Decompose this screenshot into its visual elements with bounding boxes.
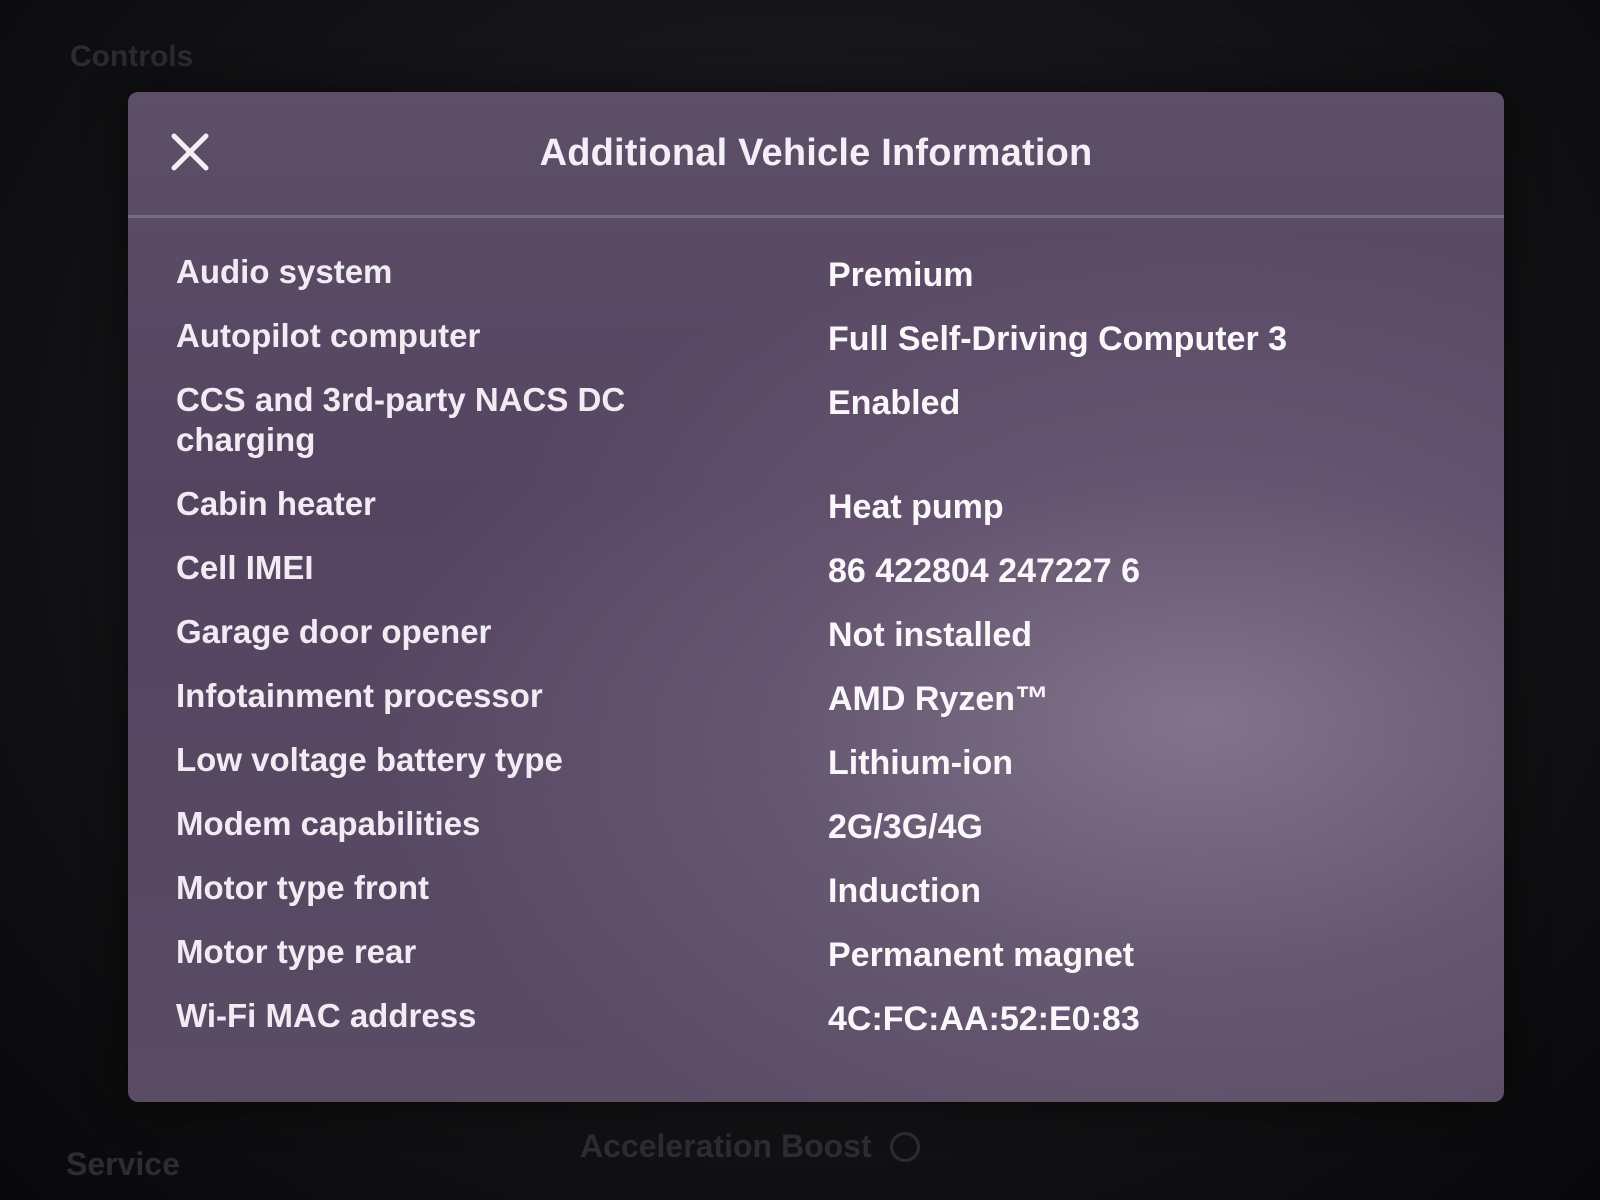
- info-row-garage-door-opener: Garage door opener Not installed: [176, 612, 1476, 676]
- info-row-motor-type-rear: Motor type rear Permanent magnet: [176, 932, 1476, 996]
- info-value: 2G/3G/4G: [828, 808, 983, 846]
- modal-title: Additional Vehicle Information: [539, 132, 1093, 174]
- info-row-cell-imei: Cell IMEI 86 422804 247227 6: [176, 548, 1476, 612]
- info-value: Induction: [828, 872, 981, 910]
- info-value: Heat pump: [828, 488, 1004, 526]
- info-row-low-voltage-battery: Low voltage battery type Lithium-ion: [176, 740, 1476, 804]
- info-label: Modem capabilities: [176, 805, 481, 842]
- bg-acceleration-boost-label: Acceleration Boost: [580, 1128, 872, 1164]
- info-value: Not installed: [828, 616, 1033, 654]
- info-value: Enabled: [828, 384, 961, 422]
- info-label: CCS and 3rd-party NACS DC charging: [176, 381, 626, 458]
- info-row-wifi-mac: Wi-Fi MAC address 4C:FC:AA:52:E0:83: [176, 996, 1476, 1060]
- info-label: Autopilot computer: [176, 317, 481, 354]
- vehicle-info-modal: Additional Vehicle Information Audio sys…: [128, 92, 1504, 1102]
- info-list: Audio system Premium Autopilot computer …: [176, 252, 1476, 1060]
- info-label: Low voltage battery type: [176, 741, 563, 778]
- info-value: Lithium-ion: [828, 744, 1014, 782]
- info-row-infotainment-processor: Infotainment processor AMD Ryzen™: [176, 676, 1476, 740]
- info-icon: [889, 1131, 920, 1162]
- info-row-audio-system: Audio system Premium: [176, 252, 1476, 316]
- info-label: Motor type rear: [176, 933, 417, 970]
- info-row-dc-charging: CCS and 3rd-party NACS DC charging Enabl…: [176, 380, 1476, 484]
- bg-acceleration-boost: Acceleration Boost: [580, 1128, 920, 1165]
- info-value: Permanent magnet: [828, 936, 1135, 974]
- modal-header: Additional Vehicle Information: [128, 92, 1504, 218]
- info-label: Motor type front: [176, 869, 429, 906]
- info-label: Infotainment processor: [176, 677, 543, 714]
- info-label: Garage door opener: [176, 613, 492, 650]
- info-value: 4C:FC:AA:52:E0:83: [828, 1000, 1140, 1038]
- screen: Controls Service Acceleration Boost Addi…: [0, 0, 1600, 1200]
- info-label: Wi-Fi MAC address: [176, 997, 477, 1034]
- info-label: Cabin heater: [176, 485, 376, 522]
- info-label: Audio system: [176, 253, 393, 290]
- info-label: Cell IMEI: [176, 549, 314, 586]
- info-value: AMD Ryzen™: [828, 680, 1050, 718]
- info-row-motor-type-front: Motor type front Induction: [176, 868, 1476, 932]
- info-value: Premium: [828, 256, 974, 294]
- info-value: 86 422804 247227 6: [828, 552, 1140, 590]
- info-row-autopilot-computer: Autopilot computer Full Self-Driving Com…: [176, 316, 1476, 380]
- info-row-modem-capabilities: Modem capabilities 2G/3G/4G: [176, 804, 1476, 868]
- bg-menu-item: Controls: [70, 40, 194, 73]
- info-value: Full Self-Driving Computer 3: [828, 320, 1288, 358]
- info-row-cabin-heater: Cabin heater Heat pump: [176, 484, 1476, 548]
- bg-service-label: Service: [66, 1146, 180, 1182]
